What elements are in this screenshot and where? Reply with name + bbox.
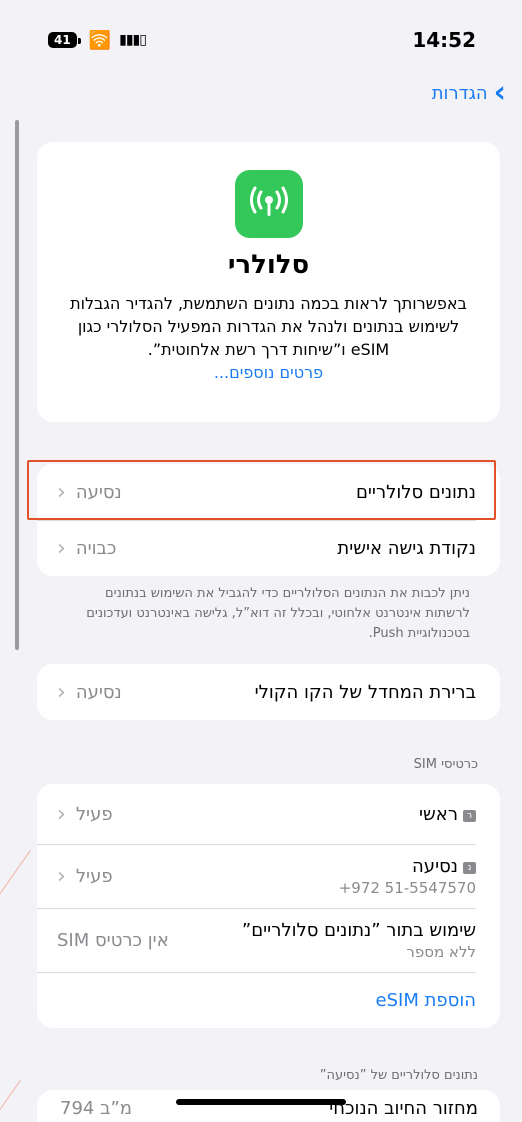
chevron-left-icon: ‹ bbox=[57, 801, 66, 827]
sim-no-number-label: שימוש בתור ”נתונים סלולריים” bbox=[241, 919, 476, 941]
cellular-header-card: סלולרי באפשרותך לראות בכמה נתונים השתמשת… bbox=[37, 142, 500, 422]
default-voice-group: ברירת המחדל של הקו הקולי נסיעה ‹ bbox=[37, 664, 500, 720]
sim-travel-number: +972 51-5547570 bbox=[338, 878, 476, 897]
status-indicators: 41 🛜 ▮▮▮▯ bbox=[48, 29, 147, 51]
travel-data-section-header: נתונים סלולריים של ”נסיעה” bbox=[319, 1068, 478, 1083]
more-info-link[interactable]: פרטים נוספים... bbox=[37, 361, 500, 384]
current-period-label[interactable]: מחזור החיוב הנוכחי bbox=[329, 1098, 478, 1119]
cellular-data-group: נתונים סלולריים נסיעה ‹ נקודת גישה אישית… bbox=[37, 464, 500, 576]
home-indicator[interactable] bbox=[176, 1099, 346, 1105]
sim-no-number-row[interactable]: שימוש בתור ”נתונים סלולריים” ללא מספר אי… bbox=[37, 908, 500, 972]
add-esim-button[interactable]: הוספת eSIM bbox=[376, 990, 476, 1011]
decorative-line bbox=[0, 850, 31, 941]
cellular-data-footnote: ניתן לכבות את הנתונים הסלולריים כדי להגב… bbox=[86, 586, 470, 641]
wifi-icon: 🛜 bbox=[88, 29, 112, 51]
personal-hotspot-value: כבויה bbox=[75, 537, 117, 559]
chevron-left-icon: ‹ bbox=[57, 863, 66, 889]
cellular-data-value: נסיעה bbox=[75, 481, 122, 503]
page-title: סלולרי bbox=[227, 250, 310, 280]
battery-icon: 41 bbox=[48, 32, 81, 48]
cellular-data-row[interactable]: נתונים סלולריים נסיעה ‹ bbox=[37, 464, 500, 520]
default-voice-label: ברירת המחדל של הקו הקולי bbox=[254, 681, 476, 703]
sim-section-header: כרטיסי SIM bbox=[413, 757, 478, 772]
default-voice-value: נסיעה bbox=[75, 681, 122, 703]
signal-icon: ▮▮▮▯ bbox=[119, 32, 147, 48]
cellular-antenna-icon bbox=[234, 170, 303, 238]
default-voice-row[interactable]: ברירת המחדל של הקו הקולי נסיעה ‹ bbox=[37, 664, 500, 720]
add-esim-row[interactable]: הוספת eSIM bbox=[37, 972, 500, 1028]
sim-primary-status: פעיל bbox=[75, 803, 113, 825]
sim-primary-row[interactable]: ר ראשי פעיל ‹ bbox=[37, 784, 500, 844]
sim-icon: נ bbox=[463, 861, 476, 874]
chevron-left-icon: ‹ bbox=[57, 535, 66, 561]
sim-travel-label: נסיעה bbox=[412, 855, 458, 877]
decorative-line bbox=[0, 1080, 21, 1122]
sim-primary-label: ראשי bbox=[419, 803, 458, 825]
scrollbar[interactable] bbox=[15, 120, 19, 650]
chevron-left-icon: ‹ bbox=[57, 679, 66, 705]
chevron-right-icon: › bbox=[493, 75, 506, 110]
sim-no-number-sub: ללא מספר bbox=[406, 942, 476, 961]
status-bar: 41 🛜 ▮▮▮▯ 14:52 bbox=[0, 0, 522, 80]
sim-cards-group: ר ראשי פעיל ‹ נ נסיעה +972 51-5547570 פעיל… bbox=[37, 784, 500, 1028]
header-description: באפשרותך לראות בכמה נתונים השתמשת, להגדי… bbox=[70, 294, 467, 359]
personal-hotspot-label: נקודת גישה אישית bbox=[337, 537, 476, 559]
personal-hotspot-row[interactable]: נקודת גישה אישית כבויה ‹ bbox=[37, 520, 500, 576]
status-time: 14:52 bbox=[412, 28, 476, 52]
sim-icon: ר bbox=[463, 809, 476, 822]
sim-no-number-status: אין כרטיס SIM bbox=[57, 929, 169, 951]
cellular-data-label: נתונים סלולריים bbox=[355, 481, 476, 503]
sim-travel-status: פעיל bbox=[75, 865, 113, 887]
back-button[interactable]: › הגדרות bbox=[432, 78, 506, 108]
chevron-left-icon: ‹ bbox=[57, 479, 66, 505]
back-label: הגדרות bbox=[431, 82, 488, 104]
current-period-value: 794 מ”ב bbox=[60, 1098, 133, 1119]
sim-travel-row[interactable]: נ נסיעה +972 51-5547570 פעיל ‹ bbox=[37, 844, 500, 908]
